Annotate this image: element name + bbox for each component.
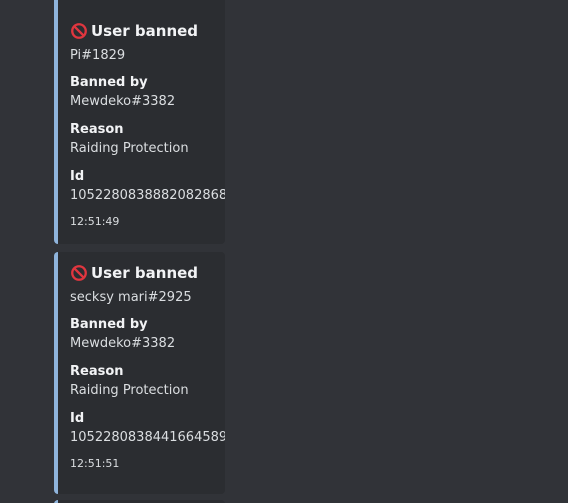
- field-value: Raiding Protection: [70, 383, 189, 398]
- embed-timestamp: 12:51:49: [70, 215, 120, 228]
- embed-title: User banned: [91, 22, 199, 40]
- no-entry-icon: [71, 265, 87, 281]
- field-name: Id: [70, 169, 85, 184]
- embed-title: User banned: [91, 264, 199, 282]
- embed-title-row: User banned: [70, 20, 213, 42]
- field-id: Id 1052280838882082868: [70, 168, 225, 206]
- field-value: Mewdeko#3382: [70, 336, 176, 351]
- field-name: Reason: [70, 122, 124, 137]
- embed-timestamp: 12:51:51: [70, 457, 120, 470]
- field-id: Id 1052280838441664589: [70, 410, 225, 448]
- field-value: 1052280838882082868: [70, 188, 225, 203]
- field-value: 1052280838441664589: [70, 430, 225, 445]
- embed-title-row: User banned: [70, 262, 213, 284]
- field-name: Reason: [70, 364, 124, 379]
- field-name: Banned by: [70, 75, 148, 90]
- ban-log-embed: User banned secksy mari#2925 Banned by M…: [54, 252, 225, 494]
- banned-user-tag: Pi#1829: [70, 48, 126, 63]
- field-banned-by: Banned by Mewdeko#3382: [70, 316, 213, 354]
- field-banned-by: Banned by Mewdeko#3382: [70, 74, 213, 112]
- field-reason: Reason Raiding Protection: [70, 363, 213, 401]
- field-value: Mewdeko#3382: [70, 94, 176, 109]
- message-feed: User banned Pi#1829 Banned by Mewdeko#33…: [0, 0, 568, 503]
- field-value: Raiding Protection: [70, 141, 189, 156]
- field-name: Banned by: [70, 317, 148, 332]
- no-entry-icon: [71, 23, 87, 39]
- banned-user-tag: secksy mari#2925: [70, 290, 192, 305]
- field-reason: Reason Raiding Protection: [70, 121, 213, 159]
- field-name: Id: [70, 411, 85, 426]
- ban-log-embed: User banned Pi#1829 Banned by Mewdeko#33…: [54, 0, 225, 244]
